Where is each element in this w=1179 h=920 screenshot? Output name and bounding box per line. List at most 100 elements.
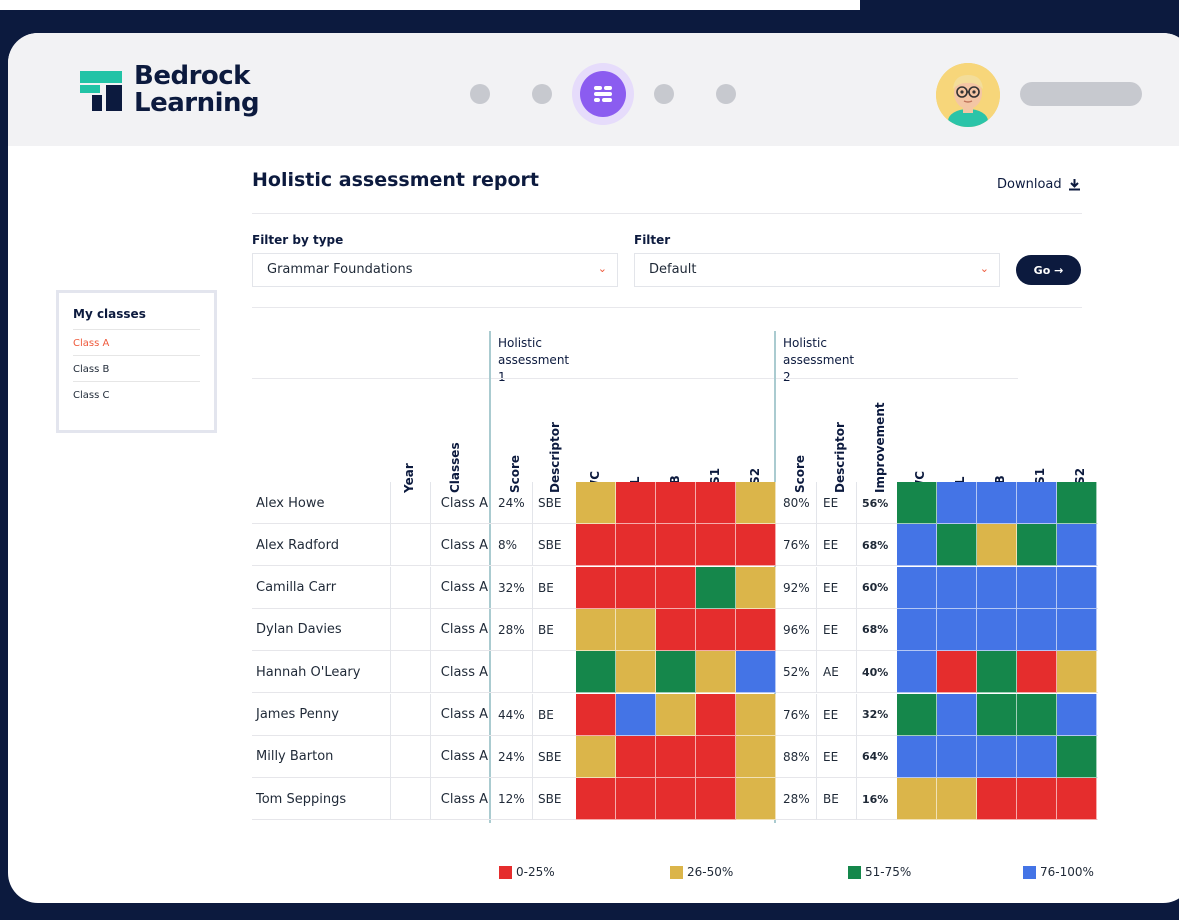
table-row[interactable]: Milly Barton Class A 24% SBE 88% EE 64% — [252, 735, 1098, 778]
col-header-improvement: Improvement — [873, 402, 887, 493]
column-separator — [856, 608, 857, 651]
heat-cell — [1017, 482, 1057, 524]
column-separator — [816, 778, 817, 821]
heat-cell — [736, 778, 776, 821]
col-header-ss2-2: SS2 — [1073, 467, 1087, 493]
score-1: 12% — [498, 792, 525, 807]
descriptor-1: BE — [538, 580, 554, 595]
heat-cell — [1057, 482, 1097, 524]
heat-cell — [576, 693, 616, 736]
score-1: 24% — [498, 749, 525, 764]
score-1: 32% — [498, 580, 525, 595]
heat-cell — [616, 651, 656, 694]
student-name: Dylan Davies — [256, 622, 342, 638]
nav-dot-1[interactable] — [470, 84, 490, 104]
column-separator — [856, 566, 857, 609]
heat-cell — [897, 693, 937, 736]
heat-cell — [576, 651, 616, 694]
improvement: 64% — [862, 750, 889, 764]
col-header-ss2-1: SS2 — [748, 467, 762, 493]
table-row[interactable]: Camilla Carr Class A 32% BE 92% EE 60% — [252, 566, 1098, 609]
heat-cell — [656, 482, 696, 524]
heat-cell — [1017, 778, 1057, 821]
app-window: Bedrock Learning My classes Class A Clas… — [8, 33, 1179, 903]
classes-sidebar: My classes Class A Class B Class C — [56, 290, 217, 433]
col-header-wc-1: WC — [576, 403, 616, 493]
heat-cell — [576, 735, 616, 778]
heat-cell — [656, 778, 696, 821]
descriptor-1: BE — [538, 622, 554, 637]
legend-swatch — [1023, 865, 1036, 879]
improvement: 16% — [862, 792, 889, 806]
improvement: 68% — [862, 538, 889, 552]
table-row[interactable]: Alex Radford Class A 8% SBE 76% EE 68% — [252, 524, 1098, 567]
heat-cell — [1057, 524, 1097, 567]
filter-type-value: Grammar Foundations — [267, 262, 413, 277]
student-class: Class A — [440, 664, 488, 680]
sidebar-item-class-a[interactable]: Class A — [73, 330, 200, 356]
descriptor-1: BE — [538, 707, 554, 722]
legend-swatch — [499, 865, 512, 879]
student-class: Class A — [440, 707, 488, 722]
score-2: 52% — [783, 665, 810, 680]
heat-cell — [1017, 651, 1057, 694]
heat-cell — [696, 735, 736, 778]
heat-cell — [937, 778, 977, 821]
student-name: Milly Barton — [256, 749, 334, 765]
divider — [252, 213, 1082, 214]
nav-dot-active[interactable] — [572, 63, 634, 125]
heat-cell — [616, 566, 656, 609]
col-header-cl-1: CL — [616, 403, 656, 493]
score-2: 76% — [783, 707, 810, 722]
filter-select[interactable]: Default ⌄ — [634, 253, 1000, 287]
col-header-sb-1: SB — [656, 403, 696, 493]
logo-mark-icon — [78, 67, 124, 113]
heat-cell — [1057, 693, 1097, 736]
table-row[interactable]: Alex Howe Class A 24% SBE 80% EE 56% — [252, 482, 1098, 524]
heat-cell — [937, 524, 977, 567]
score-1: 8% — [498, 538, 518, 553]
col-header-year: Year — [402, 463, 416, 493]
nav-dot-2[interactable] — [532, 84, 552, 104]
column-separator — [856, 778, 857, 821]
sidebar-item-class-b[interactable]: Class B — [73, 356, 200, 382]
heat-cell — [696, 693, 736, 736]
heat-cell — [696, 608, 736, 651]
column-separator — [532, 608, 533, 651]
column-separator — [816, 482, 817, 524]
avatar[interactable] — [936, 63, 1000, 127]
heat-cell — [616, 608, 656, 651]
filter-type-select[interactable]: Grammar Foundations ⌄ — [252, 253, 618, 287]
go-button[interactable]: Go → — [1016, 255, 1081, 285]
heat-cell — [696, 566, 736, 609]
column-separator — [390, 524, 391, 567]
heat-cell — [656, 566, 696, 609]
heat-cell — [977, 482, 1017, 524]
sidebar-item-class-c[interactable]: Class C — [73, 382, 200, 407]
heat-cell — [576, 608, 616, 651]
table-row[interactable]: Dylan Davies Class A 28% BE 96% EE 68% — [252, 608, 1098, 651]
col-header-classes: Classes — [448, 442, 462, 493]
column-separator — [816, 608, 817, 651]
app-header: Bedrock Learning — [8, 33, 1179, 146]
table-row[interactable]: Tom Seppings Class A 12% SBE 28% BE 16% — [252, 778, 1098, 821]
heat-cell — [736, 608, 776, 651]
user-name-placeholder[interactable] — [1020, 82, 1142, 106]
table-row[interactable]: James Penny Class A 44% BE 76% EE 32% — [252, 693, 1098, 736]
heat-cell — [616, 693, 656, 736]
student-name: Hannah O'Leary — [256, 664, 361, 680]
column-separator — [532, 693, 533, 736]
improvement: 32% — [862, 708, 889, 721]
descriptor-2: EE — [823, 622, 839, 637]
nav-dot-3[interactable] — [654, 84, 674, 104]
brand-logo[interactable]: Bedrock Learning — [78, 63, 260, 117]
heat-cell — [656, 651, 696, 694]
student-name: Camilla Carr — [256, 580, 337, 596]
download-button[interactable]: Download — [997, 177, 1081, 192]
nav-dot-4[interactable] — [716, 84, 736, 104]
column-separator — [390, 651, 391, 694]
column-separator — [390, 693, 391, 736]
legend-label: 76-100% — [1040, 865, 1094, 879]
column-separator — [430, 566, 431, 609]
table-row[interactable]: Hannah O'Leary Class A 52% AE 40% — [252, 651, 1098, 694]
